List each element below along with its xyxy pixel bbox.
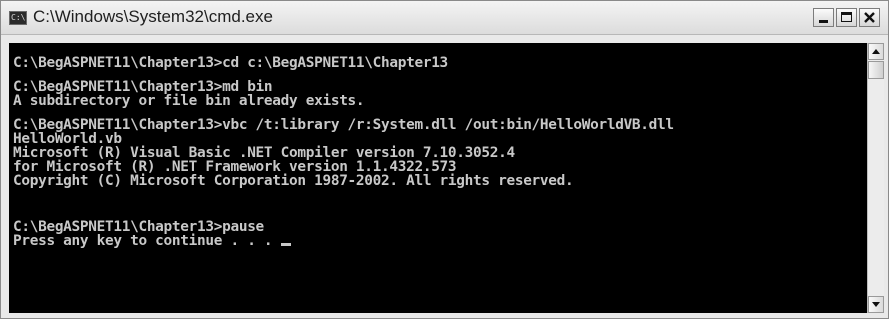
maximize-button[interactable]	[836, 8, 857, 27]
close-icon	[864, 12, 875, 23]
cmd-window: C:\ C:\Windows\System32\cmd.exe C:\BegAS…	[0, 0, 889, 319]
console-line: Copyright (C) Microsoft Corporation 1987…	[13, 173, 574, 189]
console-line: for Microsoft (R) .NET Framework version…	[13, 159, 457, 175]
title-bar[interactable]: C:\ C:\Windows\System32\cmd.exe	[1, 1, 888, 35]
console-line: Press any key to continue . . .	[13, 233, 281, 249]
console-icon[interactable]: C:\	[9, 11, 27, 25]
window-controls	[813, 8, 880, 27]
console-line: C:\BegASPNET11\Chapter13>pause	[13, 219, 264, 235]
console-line: Microsoft (R) Visual Basic .NET Compiler…	[13, 145, 515, 161]
console-output[interactable]: C:\BegASPNET11\Chapter13>cd c:\BegASPNET…	[9, 43, 867, 313]
close-button[interactable]	[859, 8, 880, 27]
console-line: C:\BegASPNET11\Chapter13>md bin	[13, 79, 273, 95]
text-cursor	[280, 243, 291, 246]
scroll-thumb[interactable]	[868, 61, 884, 79]
console-line: A subdirectory or file bin already exist…	[13, 93, 365, 109]
vertical-scrollbar[interactable]	[867, 43, 884, 313]
console-line: C:\BegASPNET11\Chapter13>cd c:\BegASPNET…	[13, 55, 448, 71]
console-line: C:\BegASPNET11\Chapter13>vbc /t:library …	[13, 117, 674, 133]
minimize-button[interactable]	[813, 8, 834, 27]
scroll-down-button[interactable]	[868, 296, 884, 313]
scroll-up-button[interactable]	[868, 43, 884, 60]
window-title: C:\Windows\System32\cmd.exe	[33, 7, 273, 26]
console-line: HelloWorld.vb	[13, 131, 122, 147]
